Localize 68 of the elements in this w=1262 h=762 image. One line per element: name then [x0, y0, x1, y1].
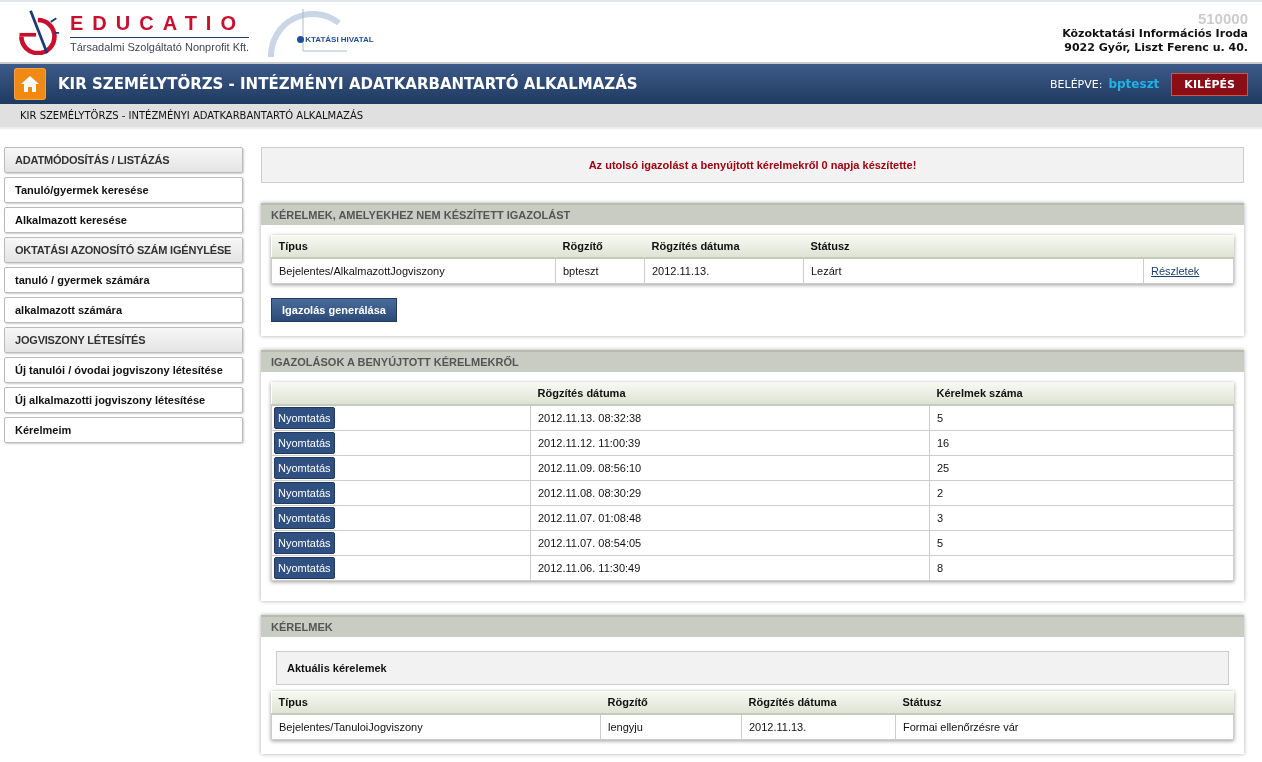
table-cell: 2012.11.13.	[652, 265, 710, 277]
table-cell: Bejelentes/TanuloiJogviszony	[279, 721, 423, 733]
table-cell: Bejelentes/AlkalmazottJogviszony	[279, 265, 445, 277]
generate-button[interactable]: Igazolás generálása	[271, 298, 397, 322]
office-address: 9022 Győr, Liszt Ferenc u. 40.	[1063, 40, 1248, 55]
sidebar-link[interactable]: Alkalmazott keresése	[4, 207, 243, 233]
column-header: Rögzítő	[600, 691, 742, 714]
table-cell: 16	[937, 437, 950, 449]
sidebar-link[interactable]: Új tanulói / óvodai jogviszony létesítése	[4, 357, 243, 383]
office-name: Közoktatási Információs Iroda	[1062, 26, 1248, 41]
table-cell: 3	[937, 512, 944, 524]
column-header: Kérelmek száma	[929, 382, 1234, 405]
subsection-title: Aktuális kérelemek	[276, 651, 1229, 685]
dot-icon	[297, 36, 305, 43]
table-cell: 5	[937, 412, 944, 424]
column-header: Típus	[271, 691, 601, 714]
table-cell: 25	[937, 462, 950, 474]
column-header: Rögzítő	[555, 235, 645, 258]
sidebar-section-header: ADATMÓDOSÍTÁS / LISTÁZÁS	[4, 147, 243, 173]
username: bpteszt	[1108, 77, 1160, 91]
sidebar-link[interactable]: Tanuló/gyermek keresése	[4, 177, 243, 203]
home-icon	[20, 75, 40, 93]
logo-subtitle: Társadalmi Szolgáltató Nonprofit Kft.	[70, 40, 250, 53]
column-header: Rögzítés dátuma	[530, 382, 930, 405]
column-header: Típus	[271, 235, 556, 258]
column-header: Rögzítés dátuma	[644, 235, 804, 258]
table-cell: 2	[937, 487, 944, 499]
table-cell: 2012.11.07. 08:54:05	[538, 537, 642, 549]
table-cell: Formai ellenőrzésre vár	[903, 721, 1019, 733]
table-cell: 5	[937, 537, 944, 549]
panel-title: KÉRELMEK, AMELYEKHEZ NEM KÉSZÍTETT IGAZOLÁST	[261, 203, 1244, 225]
table-cell: 8	[937, 562, 944, 574]
table-cell: Lezárt	[811, 265, 842, 277]
sidebar-link[interactable]: alkalmazott számára	[4, 297, 243, 323]
sidebar-link[interactable]: Kérelmeim	[4, 417, 243, 443]
table-cell: 2012.11.06. 11:30:49	[538, 562, 641, 574]
sidebar-section-header: JOGVISZONY LÉTESÍTÉS	[4, 327, 243, 353]
panel-title: IGAZOLÁSOK A BENYÚJTOTT KÉRELMEKRŐL	[261, 350, 1244, 372]
breadcrumb: KIR SZEMÉLYTÖRZS - INTÉZMÉNYI ADATKARBANTARTÓ ALKALMAZÁS	[0, 104, 1262, 129]
app-title: KIR SZEMÉLYTÖRZS - INTÉZMÉNYI ADATKARBANTARTÓ ALKALMAZÁS	[58, 75, 639, 93]
logo-wordmark: EDUCATIO	[70, 11, 250, 38]
table-cell: 2012.11.09. 08:56:10	[538, 462, 642, 474]
print-button[interactable]: Nyomtatás	[274, 407, 335, 429]
table-cell: 2012.11.07. 01:08:48	[538, 512, 642, 524]
logout-button[interactable]: KILÉPÉS	[1171, 72, 1248, 96]
table-cell: bpteszt	[563, 265, 599, 277]
table-cell: 2012.11.12. 11:00:39	[538, 437, 641, 449]
notice-message: Az utolsó igazolást a benyújtott kérelmekről 0 napja készítette!	[261, 147, 1244, 183]
sidebar-link[interactable]: Új alkalmazotti jogviszony létesítése	[4, 387, 243, 413]
print-button[interactable]: Nyomtatás	[274, 532, 335, 554]
column-header: Státusz	[803, 235, 1144, 258]
print-button[interactable]: Nyomtatás	[274, 482, 335, 504]
logged-in-label: BELÉPVE:	[1050, 77, 1103, 91]
column-header: Státusz	[895, 691, 1234, 714]
table-cell: lengyju	[608, 721, 643, 733]
partner-logo-text: KTATÁSI HIVATAL	[305, 35, 374, 44]
sidebar-link[interactable]: tanuló / gyermek számára	[4, 267, 243, 293]
sidebar-section-header: OKTATÁSI AZONOSÍTÓ SZÁM IGÉNYLÉSE	[4, 237, 243, 263]
table-cell: 2012.11.13.	[749, 721, 807, 733]
print-button[interactable]: Nyomtatás	[274, 557, 335, 579]
print-button[interactable]: Nyomtatás	[274, 457, 335, 479]
print-button[interactable]: Nyomtatás	[274, 432, 335, 454]
table-cell: 2012.11.13. 08:32:38	[538, 412, 642, 424]
print-button[interactable]: Nyomtatás	[274, 507, 335, 529]
table-cell: 2012.11.08. 08:30:29	[538, 487, 642, 499]
column-header: Rögzítés dátuma	[741, 691, 896, 714]
home-button[interactable]	[14, 68, 46, 100]
panel-title: KÉRELMEK	[261, 615, 1244, 637]
